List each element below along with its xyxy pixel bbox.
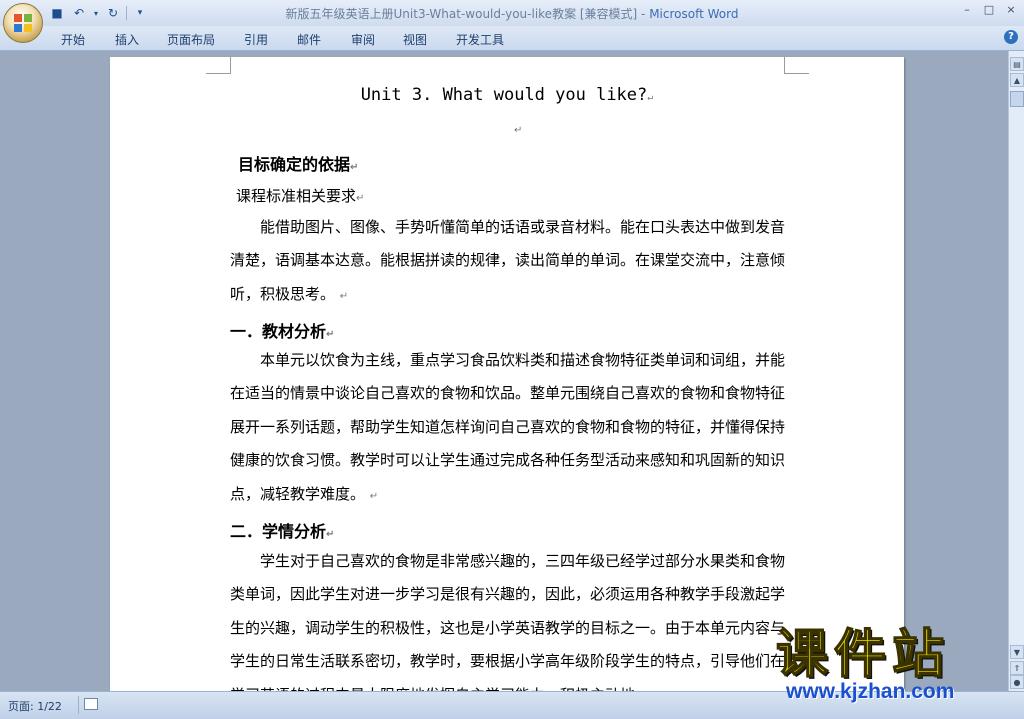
page-counter[interactable]: 页面: 1/22 xyxy=(8,698,62,714)
paragraph-text: 本单元以饮食为主线，重点学习食品饮料类和描述食物特征类单词和词组，并能在适当的情… xyxy=(230,351,786,503)
document-title: Unit 3. What would you like?↵ xyxy=(110,85,904,105)
paragraph-mark: ↵ xyxy=(339,290,349,302)
scroll-up-icon[interactable]: ▲ xyxy=(1010,73,1024,87)
paragraph-text: 学生对于自己喜欢的食物是非常感兴趣的，三四年级已经学过部分水果类和食物类单词，因… xyxy=(230,552,786,691)
sub-heading-text: 课程标准相关要求 xyxy=(236,187,357,205)
section-heading: 一．教材分析↵ xyxy=(230,318,334,342)
watermark-url: www.kjzhan.com xyxy=(786,680,955,703)
paragraph-mark: ↵ xyxy=(514,125,523,136)
title-text: Unit 3. What would you like? xyxy=(360,85,648,105)
watermark-text: 课件站 xyxy=(775,624,951,686)
heading-text: 二．学情分析 xyxy=(230,522,327,541)
scroll-thumb[interactable] xyxy=(1010,91,1024,107)
office-logo-icon xyxy=(14,14,32,32)
window-controls: – □ × xyxy=(958,2,1020,18)
body-paragraph: 能借助图片、图像、手势听懂简单的话语或录音材料。能在口头表达中做到发音清楚，语调… xyxy=(230,211,785,313)
vertical-scrollbar[interactable]: ▤ ▲ ▼ ⇑ ● xyxy=(1008,51,1024,691)
tab-view[interactable]: 视图 xyxy=(403,31,427,48)
paragraph-mark: ↵ xyxy=(356,193,365,204)
body-paragraph: 学生对于自己喜欢的食物是非常感兴趣的，三四年级已经学过部分水果类和食物类单词，因… xyxy=(230,545,785,691)
status-separator xyxy=(78,696,79,714)
tab-insert[interactable]: 插入 xyxy=(115,31,139,48)
window-title: 新版五年级英语上册Unit3-What-would-you-like教案 [兼容… xyxy=(0,5,1024,22)
tab-review[interactable]: 审阅 xyxy=(351,31,375,48)
tab-developer[interactable]: 开发工具 xyxy=(456,31,504,48)
heading-text: 一．教材分析 xyxy=(230,322,327,341)
document-page[interactable]: Unit 3. What would you like?↵ ↵ 目标确定的依据↵… xyxy=(110,57,904,691)
document-area: Unit 3. What would you like?↵ ↵ 目标确定的依据↵… xyxy=(0,51,1008,691)
tab-mailings[interactable]: 邮件 xyxy=(297,31,321,48)
paragraph-mark: ↵ xyxy=(326,529,335,540)
margin-corner-top-left xyxy=(206,57,231,74)
heading-text: 目标确定的依据 xyxy=(238,155,351,174)
title-bar: ■ ↶ ▾ ↻ ▾ 新版五年级英语上册Unit3-What-would-you-… xyxy=(0,0,1024,26)
tab-page-layout[interactable]: 页面布局 xyxy=(167,31,215,48)
paragraph-mark: ↵ xyxy=(326,329,335,340)
paragraph-mark: ↵ xyxy=(350,162,359,173)
paragraph-text: 能借助图片、图像、手势听懂简单的话语或录音材料。能在口头表达中做到发音清楚，语调… xyxy=(230,218,786,303)
app-name: Microsoft Word xyxy=(649,7,739,21)
close-button[interactable]: × xyxy=(1002,2,1020,18)
section-heading: 二．学情分析↵ xyxy=(230,518,334,542)
watermark: 课件站 www.kjzhan.com xyxy=(772,612,1024,718)
tab-references[interactable]: 引用 xyxy=(244,31,268,48)
ruler-toggle-icon[interactable]: ▤ xyxy=(1010,57,1024,71)
help-button[interactable]: ? xyxy=(1004,30,1018,44)
document-name: 新版五年级英语上册Unit3-What-would-you-like教案 [兼容… xyxy=(285,7,650,21)
margin-corner-top-right xyxy=(784,57,809,74)
ribbon-tabs: 开始 插入 页面布局 引用 邮件 审阅 视图 开发工具 xyxy=(0,26,1024,51)
proofing-icon[interactable] xyxy=(84,698,98,710)
office-button[interactable] xyxy=(3,3,43,43)
tab-home[interactable]: 开始 xyxy=(61,31,85,48)
paragraph-mark: ↵ xyxy=(647,92,654,103)
section-heading: 目标确定的依据↵ xyxy=(238,151,358,175)
sub-heading: 课程标准相关要求↵ xyxy=(236,185,364,206)
restore-button[interactable]: □ xyxy=(980,2,998,18)
paragraph-mark: ↵ xyxy=(369,490,379,502)
minimize-button[interactable]: – xyxy=(958,2,976,18)
body-paragraph: 本单元以饮食为主线，重点学习食品饮料类和描述食物特征类单词和词组，并能在适当的情… xyxy=(230,344,785,513)
